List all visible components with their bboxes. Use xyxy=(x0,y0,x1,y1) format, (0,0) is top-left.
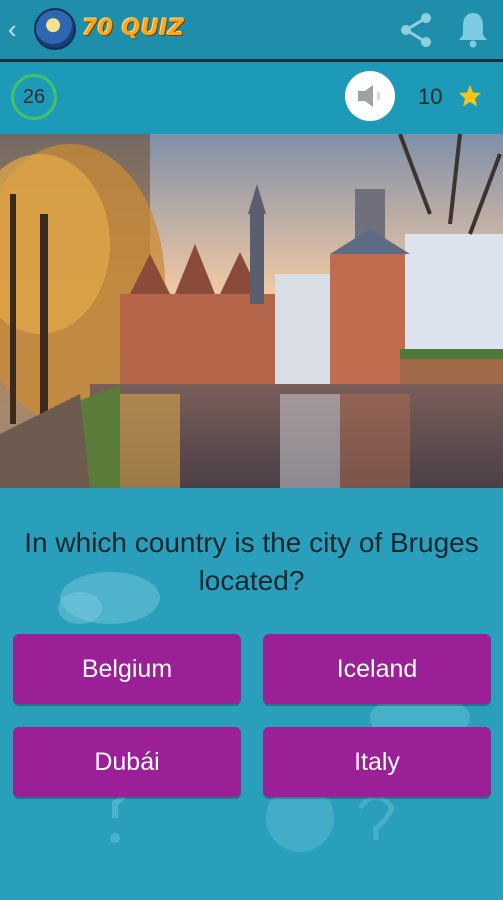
answer-button-1[interactable]: Belgium xyxy=(13,634,241,704)
bell-icon[interactable] xyxy=(456,10,490,48)
app-logo-icon xyxy=(34,8,76,50)
score-value: 10 xyxy=(418,84,443,109)
chevron-left-icon[interactable]: ‹ xyxy=(8,15,26,43)
speaker-icon xyxy=(358,85,380,107)
app-title: 70 QUIZ xyxy=(82,16,185,41)
share-icon[interactable] xyxy=(396,10,436,50)
question-text: In which country is the city of Bruges l… xyxy=(24,527,479,596)
status-bar: 26 10 xyxy=(0,62,503,134)
question-photo xyxy=(0,134,503,488)
answer-button-2[interactable]: Iceland xyxy=(263,634,491,704)
app-bar: ‹ 70 QUIZ xyxy=(0,0,503,62)
answer-button-4[interactable]: Italy xyxy=(263,727,491,797)
answer-button-3[interactable]: Dubái xyxy=(13,727,241,797)
timer-badge: 26 xyxy=(11,74,57,120)
sound-toggle-button[interactable] xyxy=(345,71,395,121)
star-icon xyxy=(459,85,481,107)
